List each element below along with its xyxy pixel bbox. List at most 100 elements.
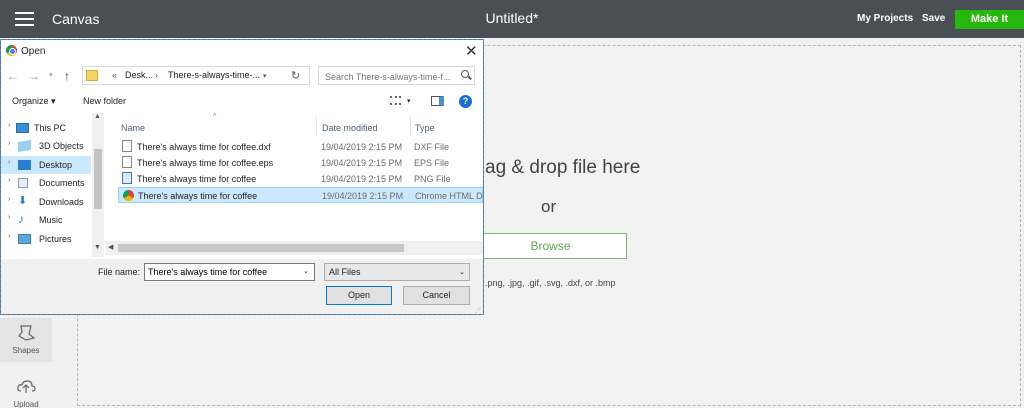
close-icon[interactable]: ✕ xyxy=(465,42,478,60)
refresh-icon[interactable]: ↻ xyxy=(291,69,300,82)
download-icon xyxy=(18,194,28,207)
save-link[interactable]: Save xyxy=(922,13,945,24)
dialog-footer: File name: ⌄ All Files ⌄ Open Cancel ⋰ xyxy=(1,259,483,314)
file-date: 19/04/2019 2:15 PM xyxy=(322,191,404,201)
file-row[interactable]: There's always time for coffee 19/04/201… xyxy=(118,171,483,187)
chrome-file-icon xyxy=(123,190,134,201)
expand-icon[interactable]: › xyxy=(8,214,10,221)
file-date: 19/04/2019 2:15 PM xyxy=(321,174,403,184)
expand-icon[interactable]: › xyxy=(8,196,10,203)
expand-icon[interactable]: › xyxy=(8,122,10,129)
nav-scrollbar[interactable]: ▲ ▼ xyxy=(92,113,104,257)
dialog-titlebar[interactable]: Open ✕ xyxy=(1,40,483,63)
recent-locations-icon[interactable]: ▾ xyxy=(49,71,53,79)
address-bar[interactable]: « Desk... › There-s-always-time-... ▾ ↻ xyxy=(82,66,310,85)
nav-item-pictures[interactable]: › Pictures xyxy=(1,230,91,248)
file-name: There's always time for coffee xyxy=(138,191,258,201)
file-row-selected[interactable]: There's always time for coffee 19/04/201… xyxy=(118,187,483,203)
file-name-input[interactable] xyxy=(144,263,315,281)
cube-icon xyxy=(18,139,31,153)
image-file-icon xyxy=(122,172,132,184)
nav-label: Desktop xyxy=(39,160,73,170)
app-name: Canvas xyxy=(52,11,100,27)
address-overflow[interactable]: « xyxy=(112,70,117,80)
scroll-down-icon[interactable]: ▼ xyxy=(94,244,101,251)
open-file-dialog: Open ✕ ← → ▾ ↑ « Desk... › There-s-alway… xyxy=(0,39,484,315)
up-arrow-icon[interactable]: ↑ xyxy=(64,69,70,83)
nav-item-downloads[interactable]: › Downloads xyxy=(1,193,91,211)
file-type: DXF File xyxy=(414,142,450,152)
hamburger-menu-icon[interactable] xyxy=(15,12,34,26)
scroll-thumb[interactable] xyxy=(94,149,102,209)
or-separator: or xyxy=(541,197,557,216)
scroll-thumb[interactable] xyxy=(118,244,404,252)
supported-formats: .png, .jpg, .gif, .svg, .dxf, or .bmp xyxy=(485,278,616,288)
navigation-pane: › This PC › 3D Objects › Desktop › Docum… xyxy=(1,113,104,257)
dialog-title: Open xyxy=(21,46,46,57)
nav-label: This PC xyxy=(34,123,67,133)
new-folder-button[interactable]: New folder xyxy=(83,96,126,106)
file-name: There's always time for coffee xyxy=(137,174,257,184)
search-input[interactable] xyxy=(318,66,475,85)
expand-icon[interactable]: › xyxy=(8,140,10,147)
view-options-dropdown-icon[interactable]: ▾ xyxy=(407,97,411,105)
file-type: Chrome HTML D xyxy=(415,191,483,201)
chevron-down-icon: ⌄ xyxy=(459,269,465,276)
app-bar: Canvas Untitled* My Projects Save Make I… xyxy=(0,0,1024,38)
upload-label: Upload xyxy=(13,400,39,408)
expand-icon[interactable]: › xyxy=(8,177,10,184)
upload-tool[interactable]: Upload xyxy=(0,372,52,408)
cloud-upload-icon xyxy=(17,380,36,393)
folder-icon xyxy=(86,70,98,81)
file-name: There's always time for coffee.eps xyxy=(137,158,274,168)
nav-item-3d-objects[interactable]: › 3D Objects xyxy=(1,137,91,155)
file-type-filter-value: All Files xyxy=(329,267,361,277)
expand-icon[interactable]: › xyxy=(8,159,10,166)
organize-menu[interactable]: Organize ▾ xyxy=(12,96,56,107)
address-segment-desktop[interactable]: Desk... xyxy=(125,70,153,80)
column-header-type[interactable]: Type xyxy=(410,117,483,135)
nav-item-music[interactable]: › Music xyxy=(1,211,91,229)
back-arrow-icon[interactable]: ← xyxy=(7,69,19,83)
horizontal-scrollbar[interactable]: ◀ xyxy=(105,241,483,255)
pictures-icon xyxy=(18,234,31,244)
command-bar: Organize ▾ New folder ▾ ? xyxy=(1,91,483,111)
scroll-left-icon[interactable]: ◀ xyxy=(108,243,113,251)
address-dropdown-icon[interactable]: ▾ xyxy=(263,72,267,80)
file-type: EPS File xyxy=(414,158,450,168)
address-segment-folder[interactable]: There-s-always-time-... xyxy=(168,70,260,80)
preview-pane-icon[interactable] xyxy=(431,96,444,106)
search-icon xyxy=(461,70,469,78)
nav-item-desktop[interactable]: › Desktop xyxy=(1,156,91,174)
nav-item-this-pc[interactable]: › This PC xyxy=(1,119,91,137)
forward-arrow-icon[interactable]: → xyxy=(28,69,40,83)
open-button[interactable]: Open xyxy=(326,286,392,305)
column-header-name[interactable]: Name xyxy=(121,117,316,135)
file-icon xyxy=(122,140,132,152)
change-view-icon[interactable] xyxy=(390,96,401,105)
file-name: There's always time for coffee.dxf xyxy=(137,142,271,152)
resize-grip-icon[interactable]: ⋰ xyxy=(475,307,481,314)
music-icon xyxy=(18,212,31,226)
make-it-button[interactable]: Make It xyxy=(955,10,1024,29)
address-separator[interactable]: › xyxy=(155,70,158,80)
file-row[interactable]: There's always time for coffee.dxf 19/04… xyxy=(118,139,483,155)
desktop-icon xyxy=(18,160,31,170)
file-name-dropdown-icon[interactable]: ⌄ xyxy=(303,267,309,275)
scroll-up-icon[interactable]: ▲ xyxy=(94,113,101,120)
drop-instruction: ag & drop file here xyxy=(485,157,641,178)
file-date: 19/04/2019 2:15 PM xyxy=(321,158,403,168)
nav-label: Music xyxy=(39,215,63,225)
file-row[interactable]: There's always time for coffee.eps 19/04… xyxy=(118,155,483,171)
browse-button[interactable]: Browse xyxy=(474,233,627,259)
shapes-icon xyxy=(18,325,36,341)
cancel-button[interactable]: Cancel xyxy=(403,286,470,305)
my-projects-link[interactable]: My Projects xyxy=(857,13,913,24)
column-header-date[interactable]: Date modified xyxy=(316,117,410,135)
nav-item-documents[interactable]: › Documents xyxy=(1,174,91,192)
help-icon[interactable]: ? xyxy=(459,95,472,108)
expand-icon[interactable]: › xyxy=(8,233,10,240)
shapes-tool[interactable]: Shapes xyxy=(0,318,52,362)
nav-label: 3D Objects xyxy=(39,141,84,151)
file-type-filter[interactable]: All Files ⌄ xyxy=(324,263,470,281)
